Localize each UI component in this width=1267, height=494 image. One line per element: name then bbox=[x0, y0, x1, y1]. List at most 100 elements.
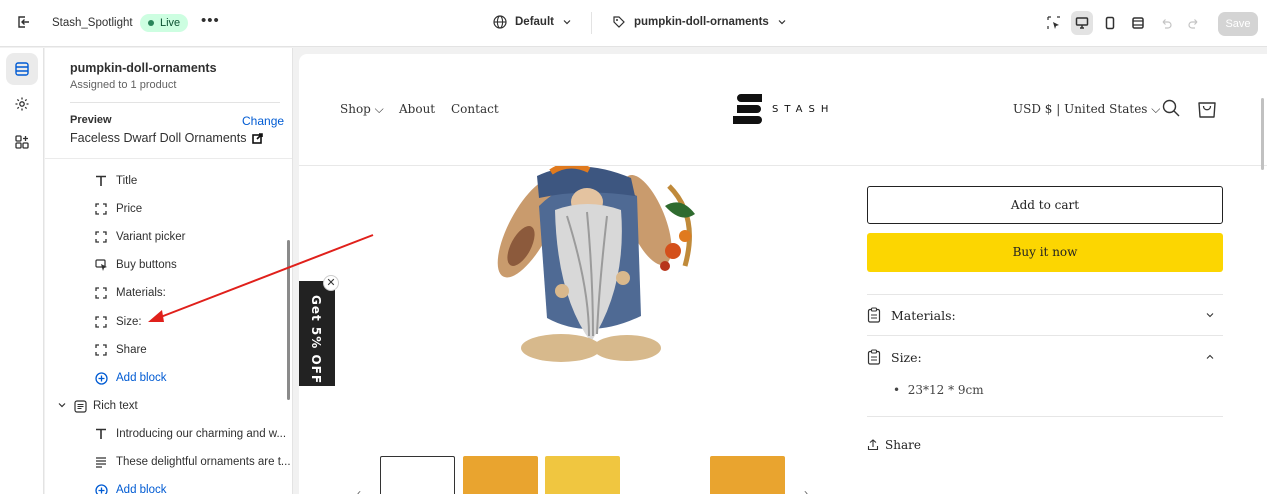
block-size[interactable]: Size: bbox=[45, 308, 291, 336]
more-actions-button[interactable]: ••• bbox=[201, 12, 220, 29]
add-block-button[interactable]: Add block bbox=[45, 364, 291, 392]
block-icon bbox=[93, 285, 109, 301]
rich-text-icon bbox=[72, 398, 88, 414]
fullscreen-view-icon[interactable] bbox=[1127, 11, 1149, 35]
preview-label: Preview bbox=[70, 114, 112, 126]
accordion-size[interactable]: Size: bbox=[867, 347, 1223, 367]
chevron-up-icon bbox=[1206, 354, 1214, 359]
logo-wordmark: STASH bbox=[772, 103, 835, 115]
undo-icon[interactable] bbox=[1155, 11, 1177, 35]
preview-scrollbar[interactable] bbox=[1261, 98, 1264, 170]
text-icon bbox=[93, 173, 109, 189]
change-preview-link[interactable]: Change bbox=[242, 114, 284, 128]
block-label: Title bbox=[116, 175, 138, 187]
inspector-icon[interactable] bbox=[1043, 11, 1065, 35]
divider bbox=[70, 102, 280, 103]
external-link-icon bbox=[252, 132, 264, 144]
apps-icon[interactable] bbox=[6, 126, 38, 158]
block-label: These delightful ornaments are t... bbox=[116, 456, 291, 468]
save-button[interactable]: Save bbox=[1218, 12, 1258, 36]
paragraph-icon bbox=[93, 454, 109, 470]
preview-product-link[interactable]: Faceless Dwarf Doll Ornaments bbox=[70, 131, 264, 145]
cart-icon[interactable] bbox=[1197, 97, 1217, 122]
block-label: Introducing our charming and w... bbox=[116, 428, 287, 440]
block-label: Materials: bbox=[116, 287, 166, 299]
template-subtitle: Assigned to 1 product bbox=[70, 79, 177, 91]
clipboard-icon bbox=[867, 349, 881, 365]
template-selector[interactable]: pumpkin-doll-ornaments bbox=[612, 15, 787, 29]
mobile-view-icon[interactable] bbox=[1099, 11, 1121, 35]
plus-circle-icon bbox=[93, 370, 109, 386]
close-popup-icon[interactable]: ✕ bbox=[323, 275, 339, 291]
panel-scrollbar[interactable] bbox=[287, 240, 290, 400]
stash-logo-icon bbox=[733, 94, 762, 124]
template-label: pumpkin-doll-ornaments bbox=[634, 16, 769, 28]
thumbnail[interactable] bbox=[545, 456, 620, 494]
block-title[interactable]: Title bbox=[45, 167, 291, 195]
block-rich-paragraph[interactable]: These delightful ornaments are t... bbox=[45, 448, 291, 476]
nav-contact[interactable]: Contact bbox=[451, 102, 499, 116]
store-preview: Shop ⌵ About Contact STASH USD $ | Unite… bbox=[299, 54, 1267, 494]
chevron-right-icon[interactable]: › bbox=[804, 486, 808, 494]
tag-icon bbox=[613, 16, 625, 28]
exit-icon[interactable] bbox=[16, 14, 32, 32]
block-label: Variant picker bbox=[116, 231, 186, 243]
divider bbox=[867, 335, 1223, 336]
chevron-down-icon bbox=[1206, 313, 1214, 318]
product-image[interactable] bbox=[459, 166, 719, 376]
live-badge: Live bbox=[140, 14, 189, 32]
template-title: pumpkin-doll-ornaments bbox=[70, 61, 217, 75]
nav-shop[interactable]: Shop ⌵ bbox=[340, 102, 384, 117]
sections-icon[interactable] bbox=[6, 53, 38, 85]
nav-about[interactable]: About bbox=[399, 102, 435, 116]
discount-popup-tab[interactable]: Get 5% OFF bbox=[299, 281, 335, 386]
size-value: • 23*12 * 9cm bbox=[893, 383, 984, 397]
search-icon[interactable] bbox=[1161, 98, 1181, 121]
chevron-down-icon[interactable] bbox=[57, 400, 67, 413]
block-label: Buy buttons bbox=[116, 259, 177, 271]
text-icon bbox=[93, 426, 109, 442]
accordion-materials[interactable]: Materials: bbox=[867, 305, 1223, 325]
share-icon bbox=[867, 439, 879, 451]
add-block-label: Add block bbox=[116, 484, 167, 494]
store-logo[interactable]: STASH bbox=[732, 93, 834, 125]
redo-icon[interactable] bbox=[1183, 11, 1205, 35]
block-label: Size: bbox=[116, 316, 142, 328]
theme-selector[interactable]: Default bbox=[493, 15, 572, 29]
divider bbox=[45, 158, 292, 159]
add-block-button[interactable]: Add block bbox=[45, 476, 291, 494]
editor-topbar: Stash_Spotlight Live ••• Default pumpkin… bbox=[0, 0, 1267, 47]
thumbnail[interactable] bbox=[463, 456, 538, 494]
divider bbox=[867, 416, 1223, 417]
block-icon bbox=[93, 314, 109, 330]
add-to-cart-button[interactable]: Add to cart bbox=[867, 186, 1223, 224]
block-price[interactable]: Price bbox=[45, 195, 291, 223]
buy-now-button[interactable]: Buy it now bbox=[867, 233, 1223, 272]
chevron-left-icon[interactable]: ‹ bbox=[357, 486, 361, 494]
section-rich-text[interactable]: Rich text bbox=[45, 392, 291, 420]
block-rich-heading[interactable]: Introducing our charming and w... bbox=[45, 420, 291, 448]
store-name: Stash_Spotlight bbox=[52, 17, 133, 29]
theme-label: Default bbox=[515, 16, 554, 28]
cursor-icon bbox=[93, 257, 109, 273]
divider bbox=[591, 12, 592, 34]
block-materials[interactable]: Materials: bbox=[45, 279, 291, 307]
desktop-view-icon[interactable] bbox=[1071, 11, 1093, 35]
share-button[interactable]: Share bbox=[867, 438, 921, 452]
block-icon bbox=[93, 201, 109, 217]
thumbnail[interactable] bbox=[710, 456, 785, 494]
accordion-label: Size: bbox=[891, 349, 922, 365]
block-share[interactable]: Share bbox=[45, 336, 291, 364]
block-variant-picker[interactable]: Variant picker bbox=[45, 223, 291, 251]
currency-selector[interactable]: USD $ | United States ⌵ bbox=[1013, 102, 1160, 117]
thumbnail[interactable] bbox=[380, 456, 455, 494]
thumbnail[interactable] bbox=[628, 456, 703, 494]
chevron-down-icon bbox=[563, 20, 571, 25]
block-buy-buttons[interactable]: Buy buttons bbox=[45, 251, 291, 279]
store-header: Shop ⌵ About Contact STASH USD $ | Unite… bbox=[299, 54, 1267, 170]
plus-circle-icon bbox=[93, 482, 109, 494]
chevron-down-icon bbox=[778, 20, 786, 25]
clipboard-icon bbox=[867, 307, 881, 323]
settings-gear-icon[interactable] bbox=[6, 88, 38, 120]
block-label: Share bbox=[116, 344, 147, 356]
